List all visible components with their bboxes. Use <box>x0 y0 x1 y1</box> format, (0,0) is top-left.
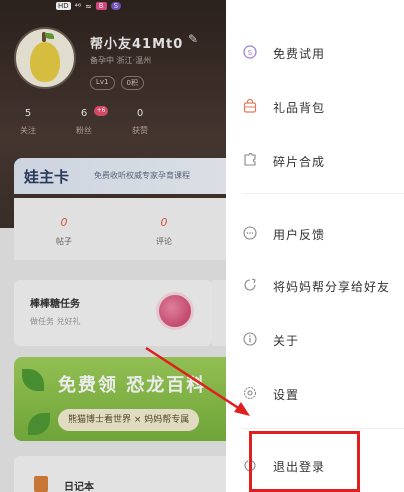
svg-text:S: S <box>248 49 253 57</box>
menu-divider <box>242 428 404 429</box>
notebook-icon <box>34 476 48 492</box>
coin-icon: S <box>243 45 257 59</box>
chat-icon <box>243 226 257 240</box>
count-value: 0 <box>160 216 168 229</box>
stat-label: 关注 <box>20 126 36 135</box>
points-chip[interactable]: 0积 <box>120 76 144 90</box>
bag-icon <box>243 99 257 113</box>
share-icon <box>244 278 256 291</box>
app-badge-icon: S <box>110 2 122 10</box>
lollipop-task-card[interactable]: 棒棒糖任务 做任务 兑好礼 <box>14 280 212 346</box>
status-bar: HD ⁴⁶ ≈ B S <box>56 0 122 12</box>
diary-card[interactable]: 日记本 <box>14 456 226 492</box>
count-label: 帖子 <box>56 237 72 246</box>
menu-item-label: 碎片合成 <box>273 155 326 169</box>
menu-item-label: 设置 <box>273 388 300 402</box>
profile-subtitle: 备孕中 浙江·温州 <box>90 56 152 65</box>
gear-icon <box>243 386 257 400</box>
menu-item-feedback[interactable]: 用户反馈 <box>226 214 404 254</box>
task-subtitle: 做任务 兑好礼 <box>30 317 81 326</box>
menu-item-settings[interactable]: 设置 <box>226 374 404 414</box>
notification-badge-icon: B <box>95 2 107 10</box>
count-value: 0 <box>60 216 68 229</box>
menu-item-label: 用户反馈 <box>273 228 326 242</box>
menu-divider <box>242 193 404 194</box>
stat-following[interactable]: 5 关注 <box>0 108 56 136</box>
menu-item-fragment-merge[interactable]: 碎片合成 <box>226 141 404 181</box>
profile-chips: Lv1 0积 <box>90 76 144 90</box>
vip-card[interactable]: 娃主卡 免费收听权威专家孕育课程 <box>14 158 226 194</box>
menu-item-label: 礼品背包 <box>273 101 326 115</box>
profile-page: HD ⁴⁶ ≈ B S 帮小友41Mt0 ✎ 备孕中 浙江·温州 Lv1 0积 … <box>0 0 226 492</box>
vip-text: 免费收听权威专家孕育课程 <box>94 171 190 180</box>
wifi-icon: ≈ <box>85 1 92 11</box>
profile-name: 帮小友41Mt0 <box>90 37 184 52</box>
hd-indicator: HD <box>56 2 71 10</box>
menu-item-share[interactable]: 将妈妈帮分享给好友 <box>226 266 404 306</box>
signal-icon: ⁴⁶ <box>74 1 82 11</box>
vip-logo: 娃主卡 <box>24 168 70 186</box>
menu-item-label: 关于 <box>273 334 300 348</box>
menu-item-gift-bag[interactable]: 礼品背包 <box>226 87 404 127</box>
menu-item-label: 免费试用 <box>273 47 326 61</box>
stat-value: 5 <box>24 108 32 119</box>
promo-banner[interactable]: 免费领 恐龙百科 熊猫博士看世界 × 妈妈帮专属 <box>14 357 226 441</box>
pear-icon <box>30 32 60 82</box>
fans-badge: +6 <box>94 106 108 116</box>
avatar[interactable] <box>14 27 76 89</box>
stat-label: 获赞 <box>132 126 148 135</box>
stat-value: 0 <box>136 108 144 119</box>
info-icon <box>243 332 257 346</box>
side-drawer-menu: S 免费试用 礼品背包 碎片合成 用户反馈 将妈妈帮分享给好友 关于 设置 退出… <box>226 0 404 492</box>
stat-likes[interactable]: 0 获赞 <box>112 108 168 136</box>
banner-headline: 免费领 恐龙百科 <box>58 375 207 396</box>
count-posts[interactable]: 0 帖子 <box>14 198 114 260</box>
menu-item-free-trial[interactable]: S 免费试用 <box>226 33 404 73</box>
highlight-box <box>249 431 360 492</box>
level-chip[interactable]: Lv1 <box>90 76 115 90</box>
profile-stats: 5 关注 6 粉丝 0 获赞 <box>0 108 226 136</box>
banner-subtext: 熊猫博士看世界 × 妈妈帮专属 <box>58 409 200 431</box>
menu-item-label: 将妈妈帮分享给好友 <box>273 280 391 294</box>
stat-label: 粉丝 <box>76 126 92 135</box>
leaf-icon <box>22 369 44 391</box>
edit-icon[interactable]: ✎ <box>188 32 198 46</box>
task-title: 棒棒糖任务 <box>30 299 80 310</box>
count-label: 评论 <box>156 237 172 246</box>
leaf-icon <box>28 413 50 435</box>
menu-item-about[interactable]: 关于 <box>226 320 404 360</box>
count-comments[interactable]: 0 评论 <box>114 198 214 260</box>
diary-title: 日记本 <box>64 482 94 492</box>
post-counts: 0 帖子 0 评论 <box>14 198 226 260</box>
lollipop-icon <box>156 292 194 330</box>
card-edge <box>212 280 226 346</box>
puzzle-icon <box>244 153 256 166</box>
